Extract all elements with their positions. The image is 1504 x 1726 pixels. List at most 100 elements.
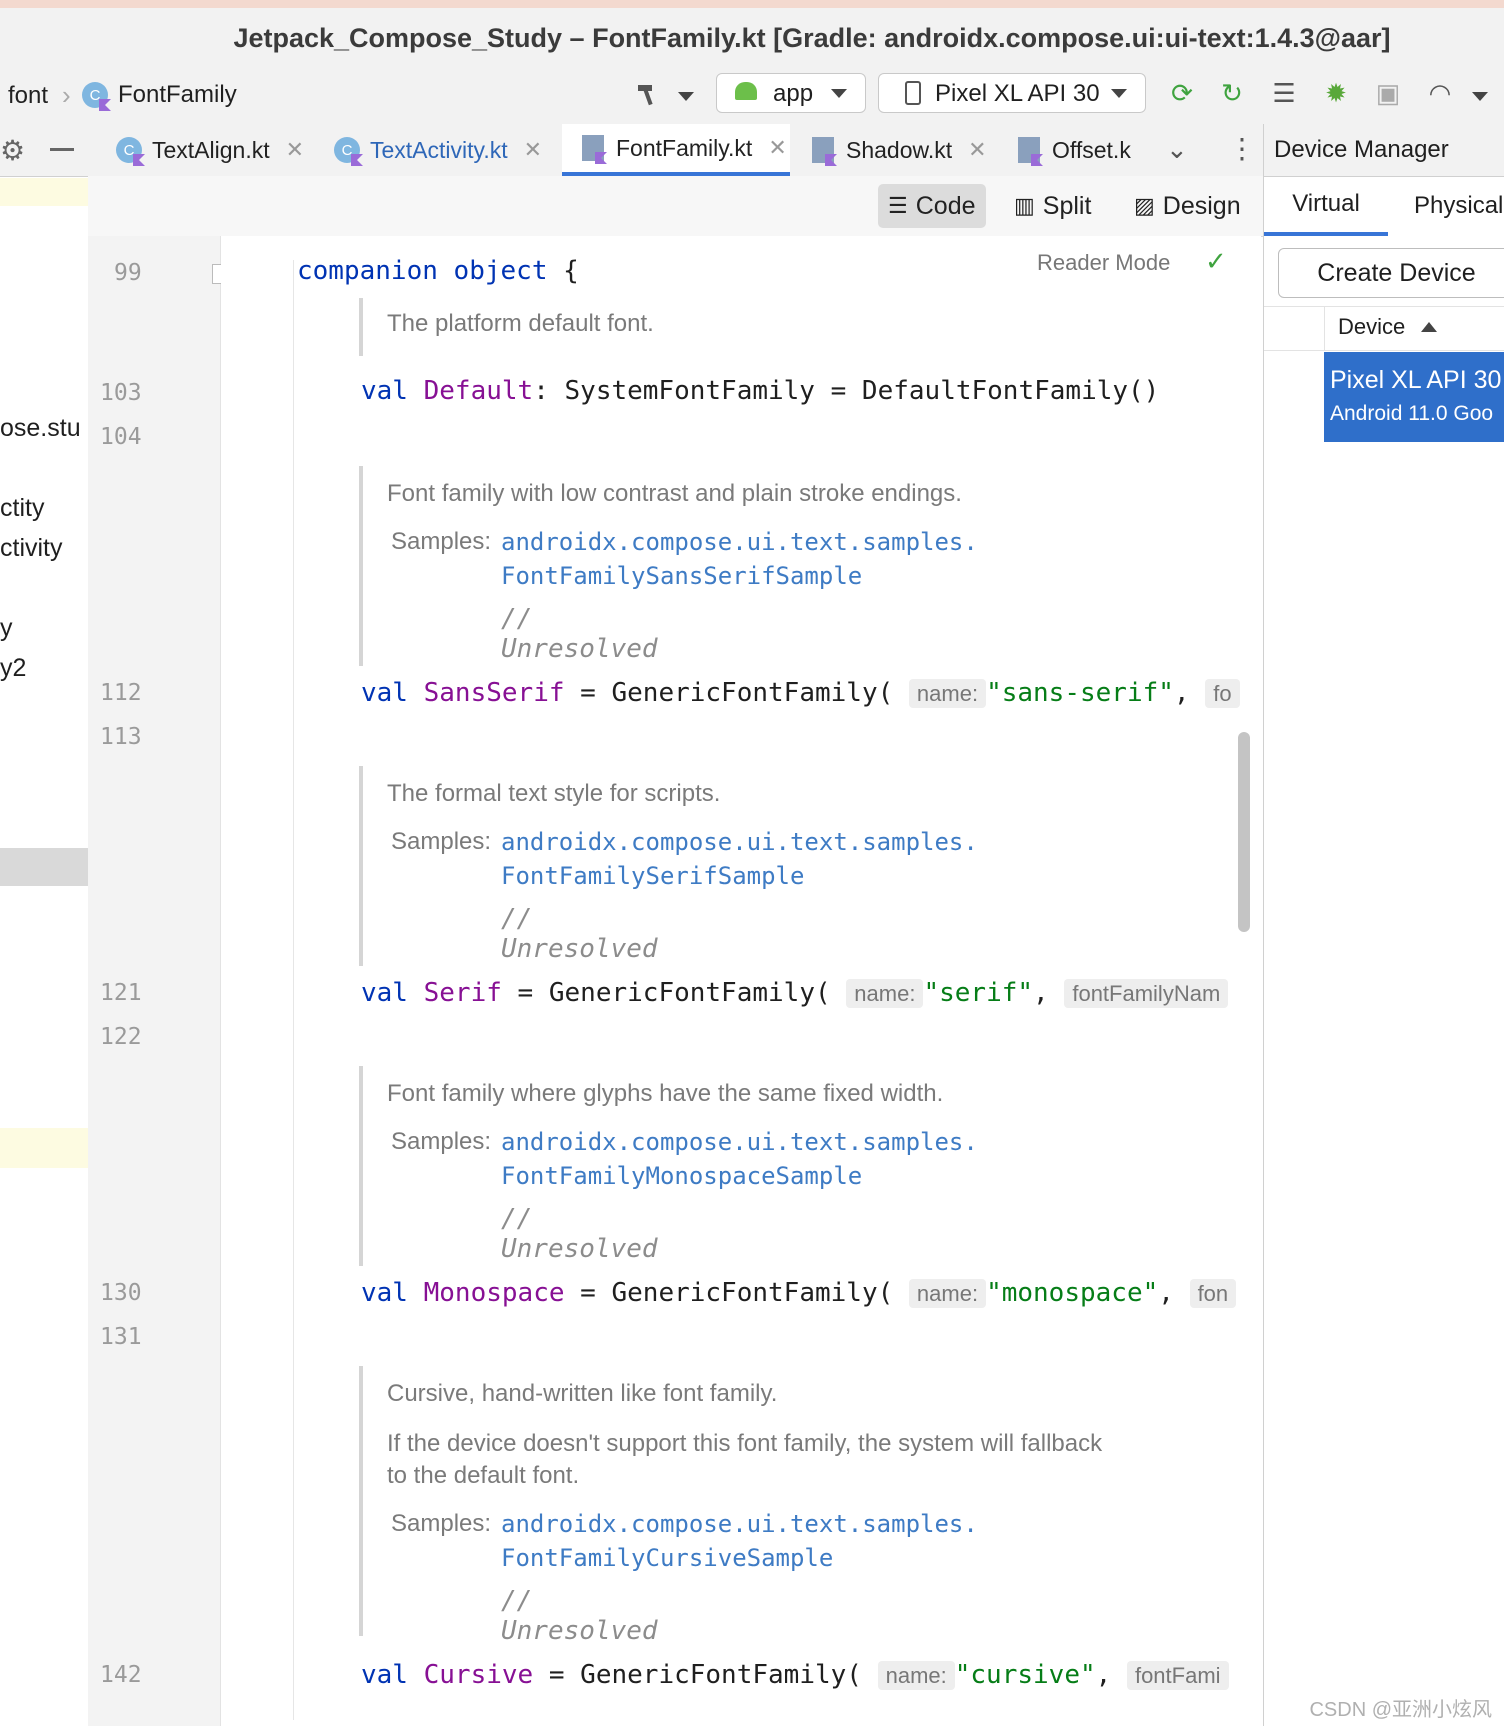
default-declaration-line: val Default: SystemFontFamily = DefaultF… [361, 376, 1159, 406]
tab-physical[interactable]: Physical [1414, 176, 1504, 236]
reader-mode-button[interactable]: Reader Mode [1037, 250, 1170, 276]
run-config-select[interactable]: app [716, 73, 866, 113]
window-title-bar: Jetpack_Compose_Study – FontFamily.kt [G… [0, 0, 1504, 70]
doc-text: Font family where glyphs have the same f… [387, 1080, 944, 1107]
parameter-hint: name: [877, 1661, 955, 1690]
parameter-hint: name: [846, 979, 924, 1008]
design-mode-label: Design [1162, 191, 1241, 220]
tree-item-activity-1[interactable]: ctity [0, 494, 44, 523]
build-hammer-icon[interactable] [632, 77, 664, 109]
tab-shadow[interactable]: Shadow.kt ✕ [800, 124, 1000, 176]
build-chevron-down-icon[interactable] [678, 92, 694, 101]
close-icon[interactable]: ✕ [524, 137, 542, 163]
function-call: GenericFontFamily( [548, 978, 831, 1008]
device-subtitle: Android 11.0 Goo [1330, 402, 1494, 425]
tree-item-y[interactable]: y [0, 614, 13, 643]
device-manager-panel: Device Manager Virtual Physical Create D… [1263, 124, 1504, 1726]
vertical-scrollbar[interactable] [1238, 732, 1250, 932]
sample-link[interactable]: FontFamilySerifSample [501, 862, 804, 890]
kotlin-class-icon: C [334, 137, 360, 163]
tab-virtual[interactable]: Virtual [1264, 176, 1388, 236]
create-device-button[interactable]: Create Device [1278, 248, 1504, 298]
keyword: val [361, 978, 408, 1008]
string-literal: "sans-serif" [986, 678, 1174, 708]
code-text: , [1173, 678, 1190, 708]
line-number: 131 [100, 1324, 142, 1350]
property-name: Default [423, 376, 534, 406]
tab-textalign[interactable]: C TextAlign.kt ✕ [106, 124, 316, 176]
device-select[interactable]: Pixel XL API 30 [878, 73, 1146, 113]
code-text: = [564, 678, 612, 708]
tab-label: TextAlign.kt [152, 136, 270, 163]
sample-link[interactable]: FontFamilyCursiveSample [501, 1544, 833, 1572]
apply-code-changes-icon[interactable]: ☰ [1268, 77, 1300, 109]
device-row[interactable]: Pixel XL API 30 Android 11.0 Goo [1324, 352, 1504, 442]
cursive-declaration-line: val Cursive = GenericFontFamily( name: "c… [361, 1660, 1229, 1690]
tab-label: TextActivity.kt [370, 136, 508, 163]
line-number: 112 [100, 680, 142, 706]
code-text: = [501, 978, 549, 1008]
sample-link[interactable]: androidx.compose.ui.text.samples. [501, 828, 978, 856]
tab-fontfamily[interactable]: FontFamily.kt ✕ [562, 124, 790, 176]
device-manager-header: Device Manager [1264, 124, 1504, 177]
code-text: , [1095, 1660, 1112, 1690]
close-icon[interactable]: ✕ [286, 137, 304, 163]
tree-item-activity-2[interactable]: ctivity [0, 534, 63, 563]
samples-label: Samples: [391, 528, 492, 555]
device-name: Pixel XL API 30 [1330, 366, 1502, 394]
apply-changes-icon[interactable]: ↻ [1216, 77, 1248, 109]
doc-block-serif: The formal text style for scripts. Sampl… [359, 766, 978, 966]
line-number: 122 [100, 1024, 142, 1050]
close-icon[interactable]: ✕ [968, 137, 986, 163]
device-column-header[interactable]: Device [1338, 314, 1438, 340]
close-icon[interactable]: ✕ [768, 135, 786, 161]
line-number: 142 [100, 1662, 142, 1688]
debug-bug-icon[interactable]: ✹ [1320, 77, 1352, 109]
tree-item-package[interactable]: ose.stu [0, 414, 81, 443]
tab-label: Shadow.kt [846, 136, 953, 163]
breadcrumb-item-fontfamily[interactable]: C FontFamily [82, 81, 237, 109]
phone-icon [905, 81, 921, 105]
doc-block-cursive: Cursive, hand-written like font family. … [359, 1366, 1102, 1646]
doc-comment: // Unresolved [501, 1586, 658, 1646]
doc-text: If the device doesn't support this font … [387, 1430, 1103, 1457]
design-mode-button[interactable]: ▨ Design [1124, 184, 1251, 228]
serif-declaration-line: val Serif = GenericFontFamily( name: "ser… [361, 978, 1229, 1008]
sample-link[interactable]: FontFamilyMonospaceSample [501, 1162, 862, 1190]
highlighted-row [0, 1128, 88, 1168]
line-number: 121 [100, 980, 142, 1006]
breadcrumb-font[interactable]: font [8, 82, 48, 110]
gear-icon[interactable]: ⚙ [0, 134, 25, 167]
code-mode-button[interactable]: ☰ Code [878, 184, 986, 228]
sans-serif-declaration-line: val SansSerif = GenericFontFamily( name:… [361, 678, 1240, 708]
split-mode-button[interactable]: ▥ Split [1004, 184, 1101, 228]
tree-item-y2[interactable]: y2 [0, 654, 26, 683]
create-device-label: Create Device [1317, 258, 1476, 287]
attach-debugger-icon[interactable]: ▣ [1372, 77, 1404, 109]
selected-row[interactable] [0, 848, 88, 886]
kotlin-file-icon [812, 137, 834, 163]
sample-link[interactable]: FontFamilySansSerifSample [501, 562, 862, 590]
keyword: val [361, 376, 408, 406]
sample-link[interactable]: androidx.compose.ui.text.samples. [501, 1128, 978, 1156]
samples-label: Samples: [391, 828, 492, 855]
more-options-icon[interactable]: ⋮ [1228, 132, 1256, 165]
more-chevron-down-icon[interactable] [1472, 92, 1488, 101]
code-editor[interactable]: companion object { Reader Mode ✓ The pla… [221, 236, 1261, 1726]
function-call: GenericFontFamily( [580, 1660, 862, 1690]
kotlin-file-icon: C [82, 82, 108, 108]
sample-link[interactable]: androidx.compose.ui.text.samples. [501, 1510, 978, 1538]
kotlin-class-icon: C [116, 137, 142, 163]
divider [1264, 306, 1504, 307]
profiler-icon[interactable]: ◠ [1424, 77, 1456, 109]
rerun-icon[interactable]: ⟳ [1166, 77, 1198, 109]
breadcrumb-label: FontFamily [118, 81, 237, 108]
minimize-icon[interactable] [50, 148, 74, 151]
tab-offset[interactable]: Offset.k [1018, 124, 1148, 176]
sample-link[interactable]: androidx.compose.ui.text.samples. [501, 528, 978, 556]
line-number: 113 [100, 724, 142, 750]
tab-textactivity[interactable]: C TextActivity.kt ✕ [324, 124, 554, 176]
tabs-overflow-chevron-icon[interactable]: ⌄ [1166, 134, 1188, 165]
property-name: Cursive [423, 1660, 534, 1690]
code-text: = [564, 1278, 612, 1308]
